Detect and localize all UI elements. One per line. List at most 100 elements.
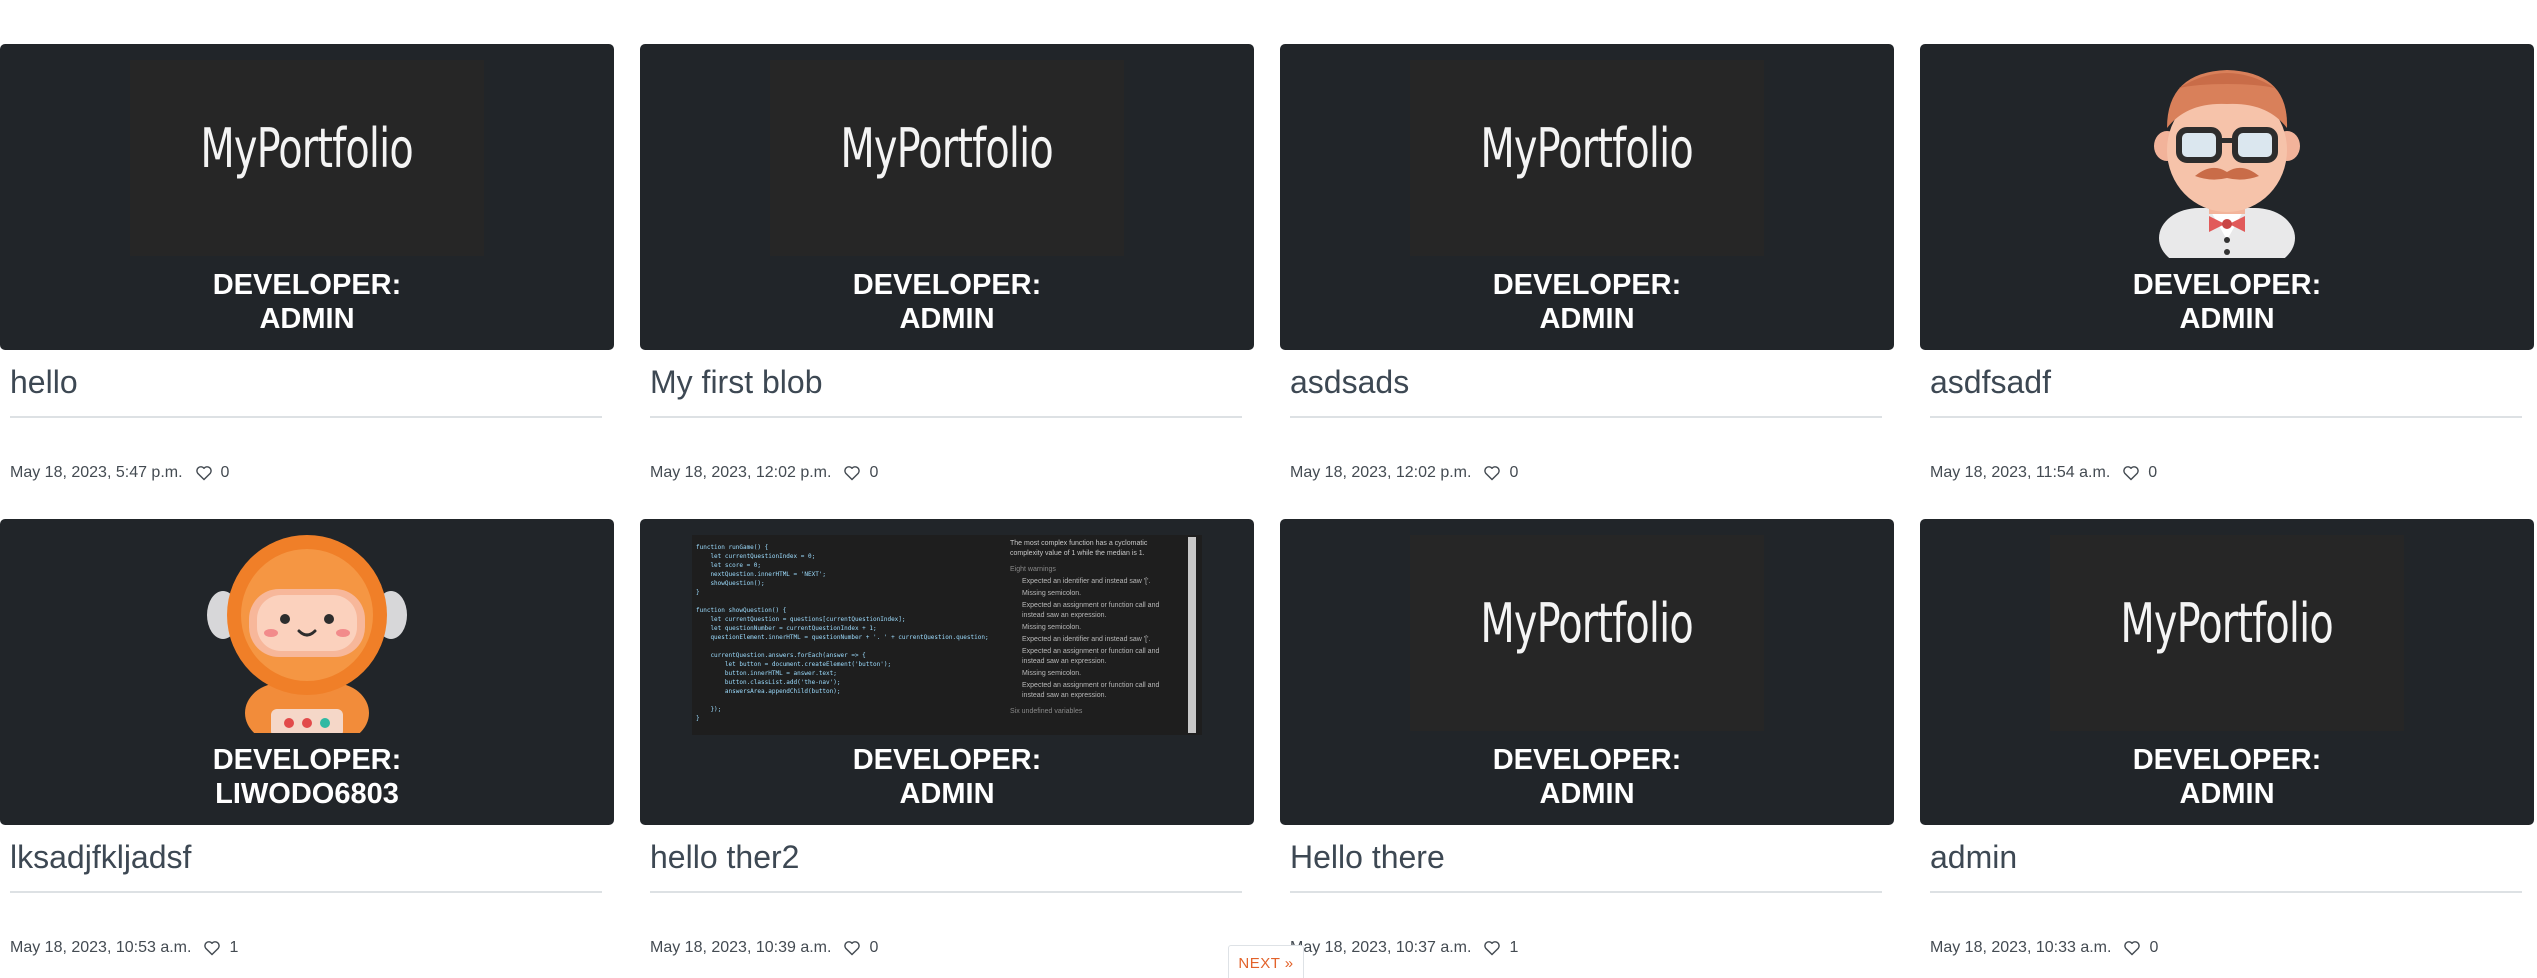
post-title[interactable]: hello [10,364,78,401]
heart-outline-icon [2123,466,2140,481]
lint-warning: Expected an assignment or function call … [1022,602,1160,619]
post-grid: MyPortfolio DEVELOPER: ADMIN hello May 18… [0,0,2537,978]
developer-label: DEVELOPER: ADMIN [640,268,1254,336]
divider [1290,891,1882,893]
divider [1290,416,1882,418]
like-button[interactable]: 0 [1483,464,1518,482]
lint-warning: Missing semicolon. [1022,624,1082,631]
lint-summary: The most complex function has a cyclomat… [1010,540,1148,557]
like-button[interactable]: 1 [203,939,238,957]
post-meta: May 18, 2023, 10:53 a.m. 1 [10,939,238,957]
post-title[interactable]: hello ther2 [650,839,799,876]
like-button[interactable]: 0 [195,464,230,482]
developer-label: DEVELOPER: ADMIN [640,743,1254,811]
heart-outline-icon [195,466,212,481]
lint-warnings-heading: Eight warnings [1010,566,1056,573]
heart-outline-icon [204,941,221,956]
lint-warning: Missing semicolon. [1022,590,1082,597]
logo-text: MyPortfolio [1480,116,1694,180]
post-thumbnail[interactable]: MyPortfolio DEVELOPER: ADMIN [1280,44,1894,350]
developer-prefix: DEVELOPER: [2132,269,2322,301]
lint-footer: Six undefined variables [1010,708,1083,715]
old-man-avatar-image [2117,58,2337,268]
developer-label: DEVELOPER: ADMIN [1280,268,1894,336]
divider [10,416,602,418]
post-date: May 18, 2023, 5:47 p.m. [10,464,183,481]
astronaut-avatar-image [197,533,417,743]
like-button[interactable]: 0 [2122,464,2157,482]
divider [1930,416,2522,418]
portfolio-logo-image: MyPortfolio [2050,535,2404,731]
next-page-button[interactable]: NEXT » [1228,945,1304,978]
like-button[interactable]: 1 [1483,939,1518,957]
like-count: 0 [869,939,879,956]
post-thumbnail[interactable]: function runGame() { let currentQuestion… [640,519,1254,825]
developer-prefix: DEVELOPER: [212,269,402,301]
post-title[interactable]: lksadjfkljadsf [10,839,191,876]
developer-name: LIWODO6803 [215,778,399,810]
developer-label: DEVELOPER: ADMIN [1920,268,2534,336]
post-title[interactable]: Hello there [1290,839,1445,876]
logo-text: MyPortfolio [840,116,1054,180]
post-thumbnail[interactable]: MyPortfolio DEVELOPER: ADMIN [640,44,1254,350]
post-date: May 18, 2023, 10:33 a.m. [1930,939,2112,956]
post-thumbnail[interactable]: DEVELOPER: LIWODO6803 [0,519,614,825]
developer-name: ADMIN [899,303,995,335]
post-thumbnail[interactable]: MyPortfolio DEVELOPER: ADMIN [1280,519,1894,825]
post-date: May 18, 2023, 12:02 p.m. [1290,464,1472,481]
developer-name: ADMIN [2179,778,2275,810]
post-date: May 18, 2023, 10:37 a.m. [1290,939,1472,956]
heart-outline-icon [844,941,861,956]
code-screenshot-image: function runGame() { let currentQuestion… [692,535,1202,735]
developer-prefix: DEVELOPER: [1492,744,1682,776]
post-date: May 18, 2023, 10:39 a.m. [650,939,832,956]
post-title[interactable]: admin [1930,839,2017,876]
post-meta: May 18, 2023, 10:33 a.m. 0 [1930,939,2158,957]
lint-warning: Expected an identifier and instead saw '… [1022,636,1151,643]
developer-name: ADMIN [1539,778,1635,810]
post-date: May 18, 2023, 12:02 p.m. [650,464,832,481]
divider [10,891,602,893]
post-meta: May 18, 2023, 10:37 a.m. 1 [1290,939,1518,957]
logo-text: MyPortfolio [2120,591,2334,655]
lint-warning: Expected an assignment or function call … [1022,648,1160,665]
like-count: 0 [220,464,230,481]
code-listing: function runGame() { let currentQuestion… [696,544,989,722]
scrollbar [1188,537,1196,733]
developer-label: DEVELOPER: ADMIN [0,268,614,336]
post-meta: May 18, 2023, 12:02 p.m. 0 [650,464,878,482]
post-thumbnail[interactable]: MyPortfolio DEVELOPER: ADMIN [0,44,614,350]
post-meta: May 18, 2023, 10:39 a.m. 0 [650,939,878,957]
developer-prefix: DEVELOPER: [852,744,1042,776]
heart-outline-icon [1484,466,1501,481]
lint-warning: Expected an identifier and instead saw '… [1022,578,1151,585]
divider [650,891,1242,893]
post-thumbnail[interactable]: MyPortfolio DEVELOPER: ADMIN [1920,519,2534,825]
heart-outline-icon [2124,941,2141,956]
like-count: 0 [869,464,879,481]
developer-prefix: DEVELOPER: [2132,744,2322,776]
heart-outline-icon [844,466,861,481]
portfolio-logo-image: MyPortfolio [1410,535,1764,731]
post-date: May 18, 2023, 10:53 a.m. [10,939,192,956]
post-title[interactable]: asdfsadf [1930,364,2051,401]
logo-text: MyPortfolio [1480,591,1694,655]
divider [1930,891,2522,893]
post-title[interactable]: My first blob [650,364,822,401]
like-button[interactable]: 0 [843,939,878,957]
developer-label: DEVELOPER: ADMIN [1280,743,1894,811]
like-button[interactable]: 0 [2123,939,2158,957]
like-button[interactable]: 0 [843,464,878,482]
portfolio-logo-image: MyPortfolio [770,60,1124,256]
post-meta: May 18, 2023, 12:02 p.m. 0 [1290,464,1518,482]
like-count: 0 [1509,464,1519,481]
post-title[interactable]: asdsads [1290,364,1409,401]
logo-text: MyPortfolio [200,116,414,180]
developer-name: ADMIN [899,778,995,810]
post-date: May 18, 2023, 11:54 a.m. [1930,464,2111,481]
developer-name: ADMIN [259,303,355,335]
like-count: 1 [1509,939,1519,956]
post-thumbnail[interactable]: DEVELOPER: ADMIN [1920,44,2534,350]
like-count: 1 [229,939,239,956]
developer-prefix: DEVELOPER: [1492,269,1682,301]
